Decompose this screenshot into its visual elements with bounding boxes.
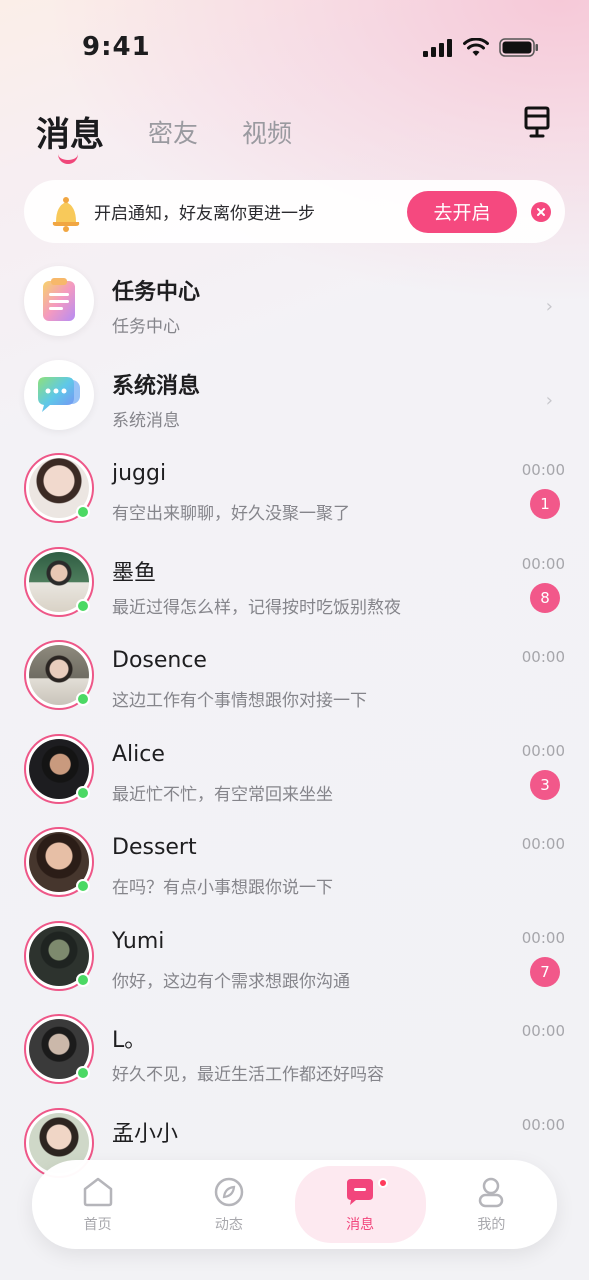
profile-icon	[479, 1177, 504, 1207]
online-status-dot	[76, 692, 90, 706]
message-time: 00:00	[521, 835, 565, 853]
tab-messages-label: 消息	[36, 115, 104, 155]
chat-row[interactable]: juggi 有空出来聊聊，好久没聚一聚了 00:00 1	[0, 443, 589, 537]
last-message: 你好，这边有个需求想跟你沟通	[112, 971, 350, 992]
conversation-list: 任务中心 任务中心 › 系统消息 系统消息 › juggi 有空出来聊聊，好久没…	[0, 256, 589, 1191]
unread-badge: 8	[530, 582, 560, 613]
tabbar-label: 消息	[346, 1216, 375, 1233]
bell-icon	[52, 196, 80, 232]
last-message: 有空出来聊聊，好久没聚一聚了	[112, 504, 350, 524]
message-time: 00:00	[521, 461, 565, 479]
tab-video[interactable]: 视频	[242, 114, 292, 150]
tabbar-label: 我的	[477, 1216, 506, 1233]
message-time: 00:00	[521, 1022, 565, 1040]
item-subtitle: 任务中心	[112, 317, 180, 337]
message-time: 00:00	[521, 648, 565, 666]
task-center-avatar	[24, 266, 94, 336]
message-time: 00:00	[521, 928, 565, 947]
list-item-system-messages[interactable]: 系统消息 系统消息 ›	[0, 350, 589, 444]
last-message: 最近过得怎么样，记得按时吃饭别熬夜	[112, 597, 401, 618]
home-icon	[83, 1177, 112, 1206]
chevron-right-icon: ›	[545, 296, 553, 317]
last-message: 在吗？有点小事想跟你说一下	[112, 878, 333, 898]
unread-badge: 7	[530, 956, 560, 987]
top-tabs: 消息 密友 视频	[36, 96, 336, 164]
battery-icon	[499, 38, 538, 57]
contact-name: juggi	[112, 461, 167, 486]
online-status-dot	[76, 785, 90, 800]
tab-messages[interactable]: 消息	[36, 107, 104, 164]
tabbar-moments[interactable]: 动态	[163, 1160, 294, 1249]
announcement-icon[interactable]	[521, 106, 553, 140]
item-title: 任务中心	[112, 280, 201, 305]
contact-name: Dosence	[112, 648, 207, 673]
wifi-icon	[463, 38, 489, 56]
unread-badge: 3	[530, 769, 560, 800]
tabbar-profile[interactable]: 我的	[426, 1160, 557, 1249]
contact-name: 孟小小	[112, 1121, 179, 1147]
last-message: 这边工作有个事情想跟你对接一下	[112, 691, 367, 711]
unread-badge: 1	[530, 489, 560, 519]
contact-name: Alice	[112, 741, 165, 767]
message-time: 00:00	[521, 741, 565, 760]
list-item-task-center[interactable]: 任务中心 任务中心 ›	[0, 256, 589, 350]
chat-row[interactable]: Dosence 这边工作有个事情想跟你对接一下 00:00	[0, 630, 589, 724]
tabbar-home[interactable]: 首页	[32, 1160, 163, 1249]
compass-icon	[214, 1177, 244, 1206]
close-icon[interactable]	[531, 201, 551, 222]
chat-row[interactable]: L。 好久不见，最近生活工作都还好吗容 00:00	[0, 1004, 589, 1098]
active-tab-indicator	[58, 154, 78, 164]
signal-icon	[423, 38, 452, 57]
chevron-right-icon: ›	[545, 389, 553, 411]
tabbar-messages[interactable]: 消息	[294, 1166, 426, 1243]
chat-row[interactable]: Alice 最近忙不忙，有空常回来坐坐 00:00 3	[0, 724, 589, 818]
chat-row[interactable]: 墨鱼 最近过得怎么样，记得按时吃饭别熬夜 00:00 8	[0, 537, 589, 631]
last-message: 好久不见，最近生活工作都还好吗容	[112, 1065, 384, 1085]
contact-name: Yumi	[112, 928, 165, 954]
tab-close-friends[interactable]: 密友	[148, 114, 198, 150]
new-message-dot	[377, 1178, 388, 1188]
status-bar: 9:41	[0, 0, 589, 96]
task-clipboard-icon	[43, 278, 75, 321]
status-time: 9:41	[82, 32, 151, 62]
online-status-dot	[76, 505, 90, 519]
notification-banner: 开启通知，好友离你更进一步 去开启	[24, 180, 565, 243]
online-status-dot	[76, 598, 90, 613]
contact-name: L。	[112, 1028, 147, 1053]
online-status-dot	[76, 1066, 90, 1080]
last-message: 最近忙不忙，有空常回来坐坐	[112, 784, 333, 805]
chat-row[interactable]: Yumi 你好，这边有个需求想跟你沟通 00:00 7	[0, 911, 589, 1005]
notice-text: 开启通知，好友离你更进一步	[94, 204, 315, 224]
status-icons	[423, 38, 539, 57]
message-time: 00:00	[521, 554, 565, 573]
online-status-dot	[76, 879, 90, 893]
chat-row[interactable]: Dessert 在吗？有点小事想跟你说一下 00:00	[0, 817, 589, 911]
message-icon	[347, 1178, 374, 1205]
tabbar-label: 首页	[83, 1216, 112, 1233]
contact-name: 墨鱼	[112, 560, 157, 586]
tabbar-label: 动态	[214, 1216, 243, 1233]
online-status-dot	[76, 972, 90, 987]
message-time: 00:00	[521, 1115, 565, 1134]
enable-notification-button[interactable]: 去开启	[407, 190, 517, 233]
item-subtitle: 系统消息	[112, 410, 180, 431]
bottom-tab-bar: 首页 动态 消息 我的	[32, 1160, 557, 1249]
system-messages-avatar	[24, 359, 94, 430]
contact-name: Dessert	[112, 835, 197, 860]
chat-bubbles-icon	[38, 376, 80, 412]
item-title: 系统消息	[112, 373, 201, 399]
